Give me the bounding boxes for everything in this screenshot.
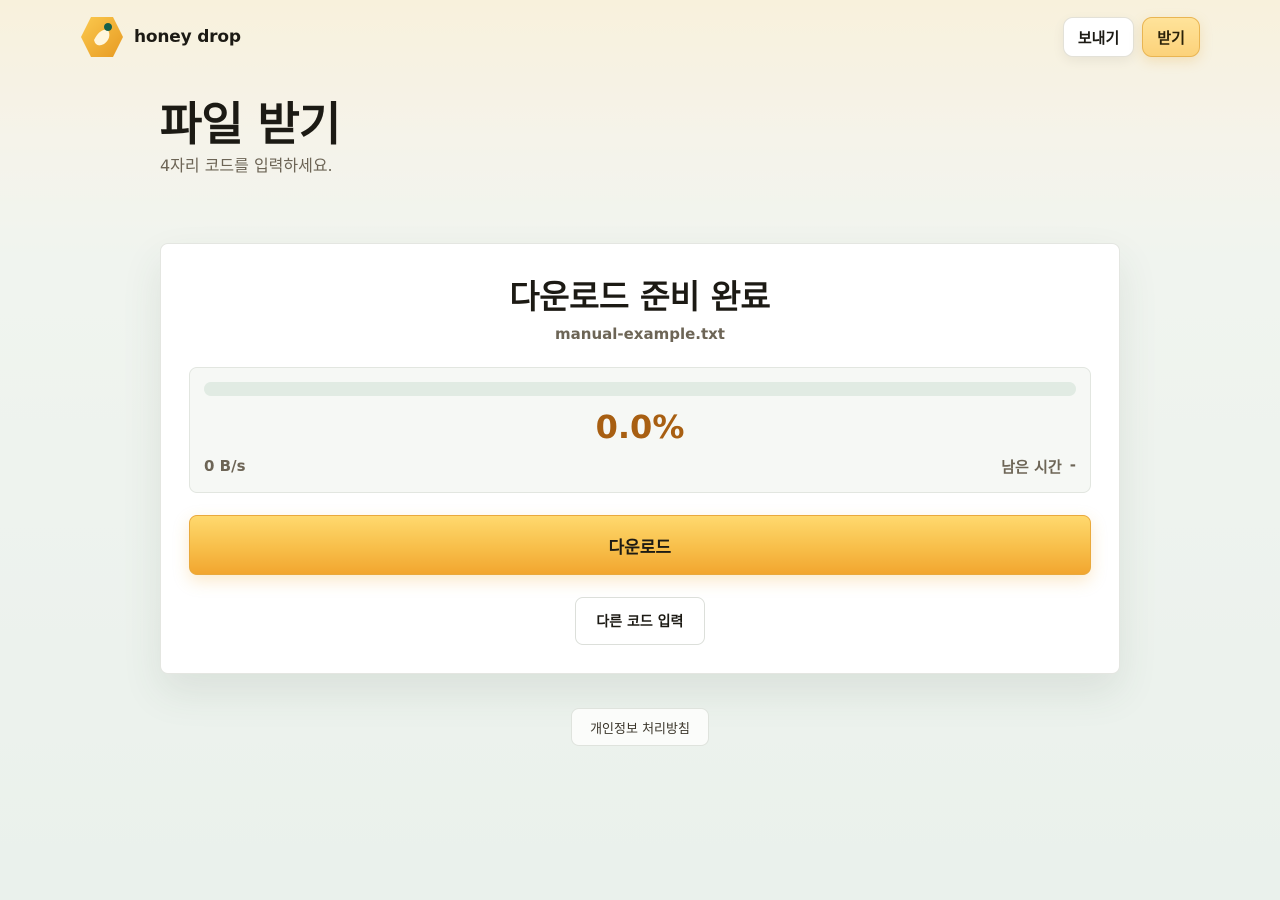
- enter-other-code-button[interactable]: 다른 코드 입력: [575, 597, 705, 645]
- top-bar: honey drop 보내기 받기: [0, 0, 1280, 76]
- main-nav: 보내기 받기: [1062, 17, 1200, 57]
- transfer-speed: 0 B/s: [204, 457, 246, 475]
- honey-drop-logo-icon: [80, 16, 124, 58]
- download-button[interactable]: 다운로드: [189, 515, 1091, 575]
- progress-bar: [204, 382, 1076, 396]
- download-card: 다운로드 준비 완료 manual-example.txt 0.0% 0 B/s…: [160, 243, 1120, 674]
- brand[interactable]: honey drop: [80, 16, 241, 58]
- time-remaining: 남은 시간 -: [1001, 456, 1076, 477]
- time-remaining-value: -: [1069, 456, 1076, 474]
- nav-send-button[interactable]: 보내기: [1062, 17, 1135, 57]
- page-title: 파일 받기: [160, 97, 341, 151]
- privacy-policy-link[interactable]: 개인정보 처리방침: [571, 708, 709, 746]
- card-title: 다운로드 준비 완료: [509, 277, 771, 316]
- brand-name: honey drop: [134, 27, 241, 47]
- time-remaining-label: 남은 시간: [1001, 458, 1062, 476]
- nav-receive-button[interactable]: 받기: [1142, 17, 1200, 57]
- page-subtitle: 4자리 코드를 입력하세요.: [160, 156, 333, 175]
- progress-panel: 0.0% 0 B/s 남은 시간 -: [189, 367, 1091, 493]
- page-header: 파일 받기 4자리 코드를 입력하세요.: [160, 96, 341, 176]
- file-name: manual-example.txt: [555, 325, 725, 343]
- progress-percent: 0.0%: [595, 408, 685, 446]
